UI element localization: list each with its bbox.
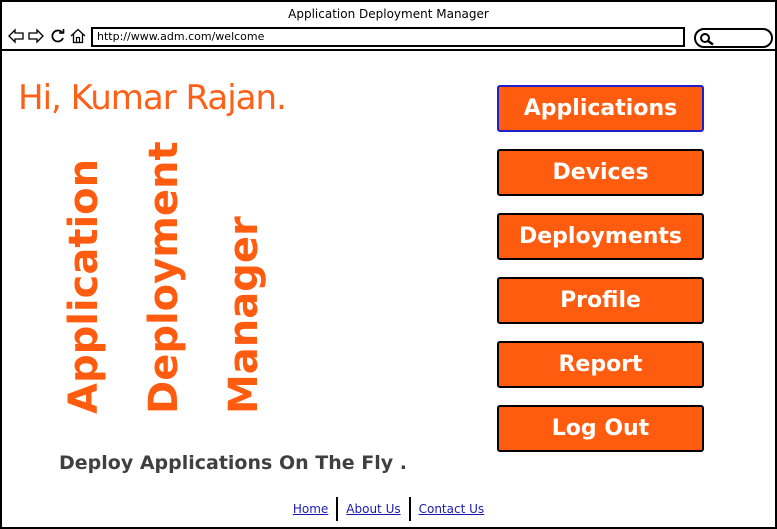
reload-icon[interactable] bbox=[50, 28, 66, 44]
greeting-text: Hi, Kumar Rajan. bbox=[18, 78, 287, 118]
vertical-title-word-application: Application bbox=[61, 158, 107, 414]
logout-button[interactable]: Log Out bbox=[497, 405, 704, 452]
forward-icon[interactable] bbox=[28, 28, 44, 44]
search-field[interactable] bbox=[694, 28, 773, 48]
footer-links: Home About Us Contact Us bbox=[2, 497, 775, 521]
footer-link-about-us[interactable]: About Us bbox=[338, 498, 408, 520]
report-button[interactable]: Report bbox=[497, 341, 704, 388]
footer-link-contact-us[interactable]: Contact Us bbox=[411, 498, 493, 520]
app-window: Application Deployment Manager http://ww… bbox=[0, 0, 777, 529]
address-bar[interactable]: http://www.adm.com/welcome bbox=[91, 27, 685, 47]
deployments-button[interactable]: Deployments bbox=[497, 213, 704, 260]
back-icon[interactable] bbox=[8, 28, 24, 44]
vertical-title-word-deployment: Deployment bbox=[141, 141, 187, 414]
tagline: Deploy Applications On The Fly . bbox=[59, 452, 407, 474]
search-icon bbox=[700, 33, 714, 46]
window-title: Application Deployment Manager bbox=[288, 7, 489, 21]
applications-button[interactable]: Applications bbox=[497, 85, 704, 132]
home-icon[interactable] bbox=[70, 28, 86, 44]
devices-button[interactable]: Devices bbox=[497, 149, 704, 196]
browser-toolbar: http://www.adm.com/welcome bbox=[2, 24, 775, 51]
vertical-title-word-manager: Manager bbox=[221, 216, 267, 414]
profile-button[interactable]: Profile bbox=[497, 277, 704, 324]
footer-link-home[interactable]: Home bbox=[285, 498, 336, 520]
